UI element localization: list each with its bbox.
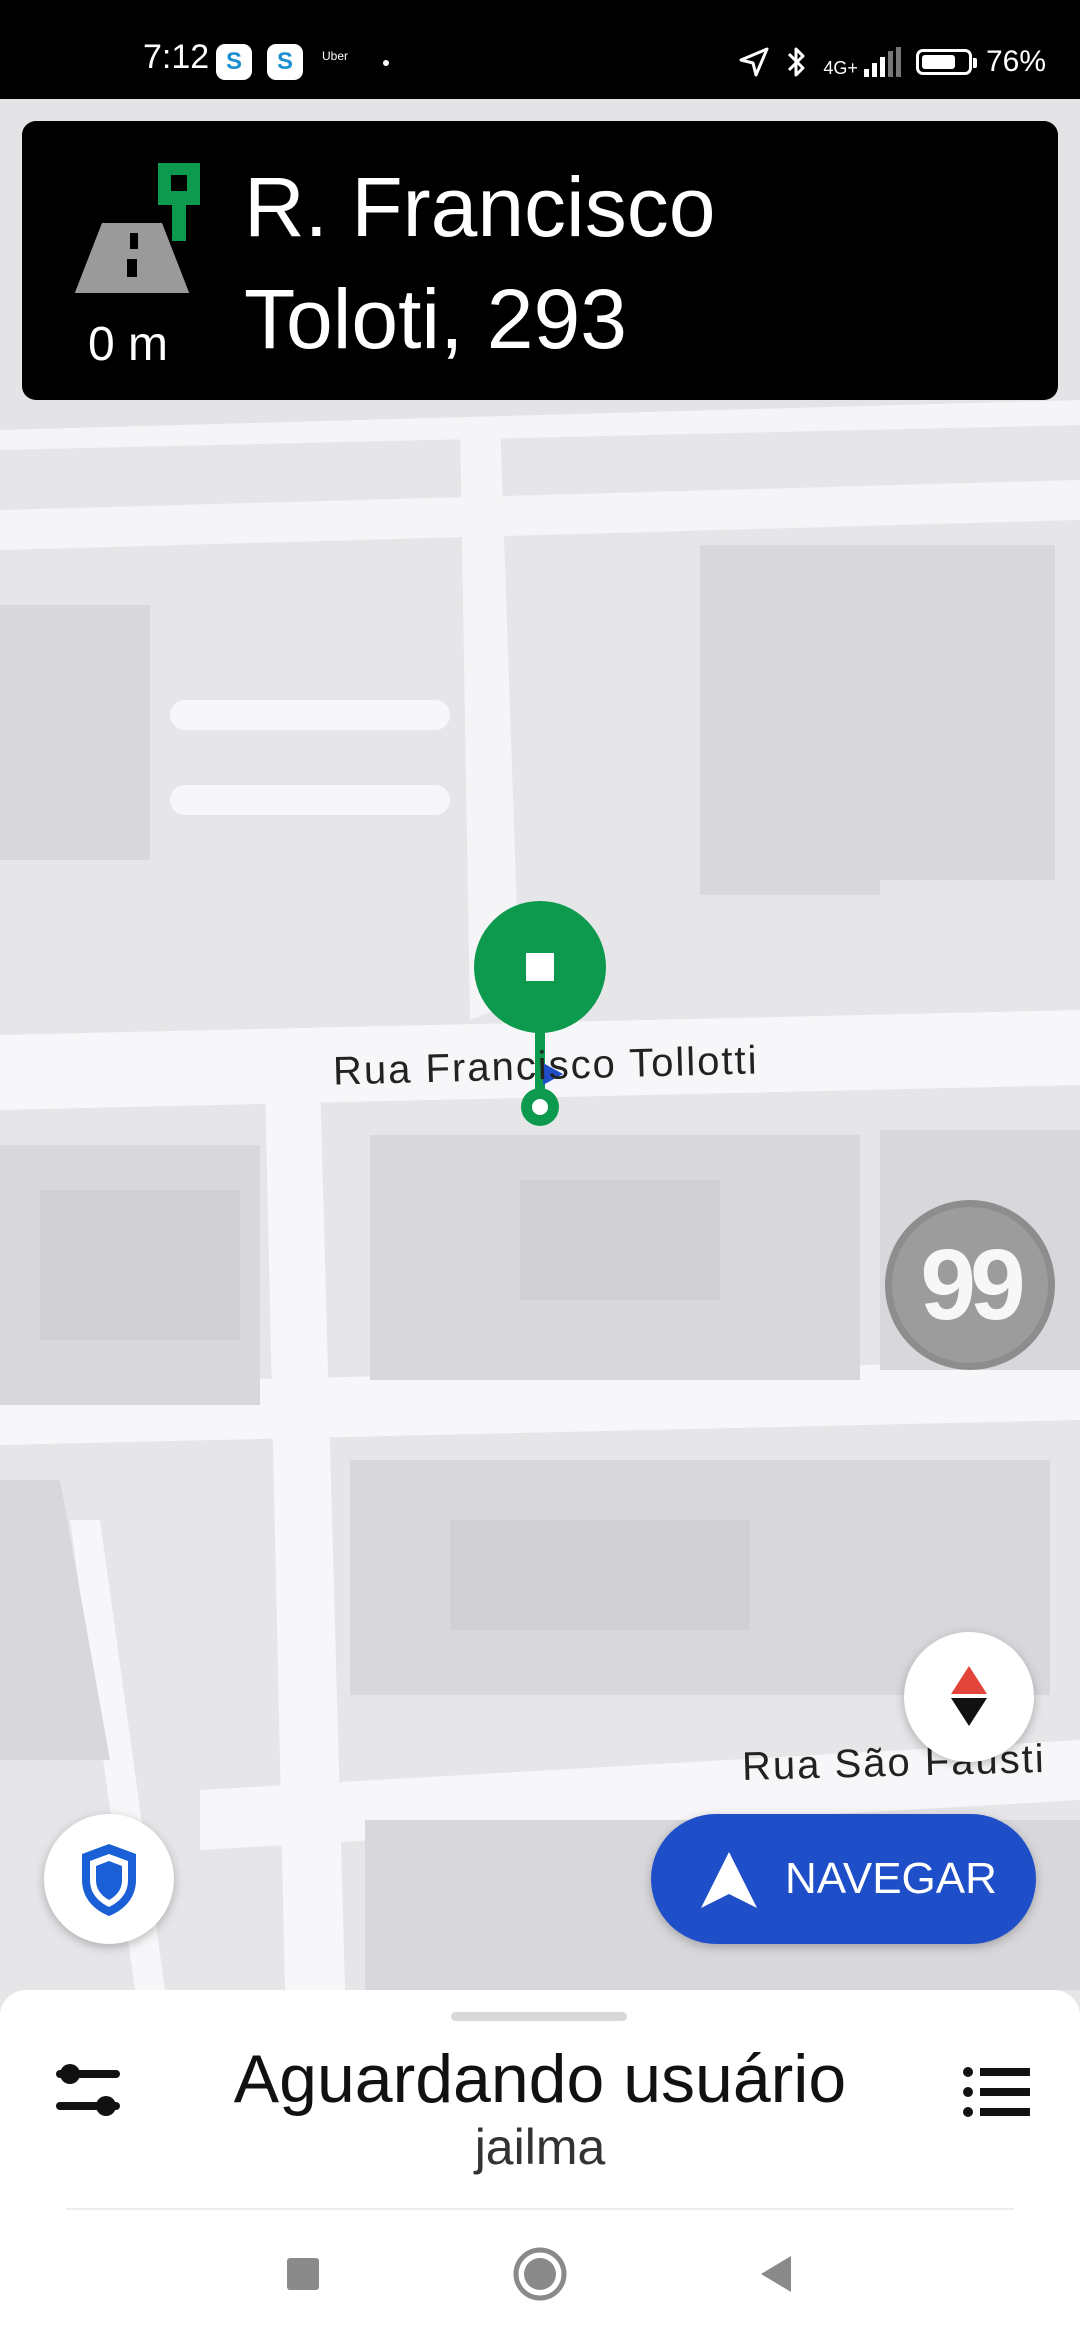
location-arrow-icon xyxy=(739,47,769,77)
back-triangle-icon xyxy=(761,2256,791,2292)
nav-street-line2: Toloti, 293 xyxy=(244,272,627,366)
sheet-divider xyxy=(66,2208,1014,2210)
signal-strength-icon xyxy=(863,47,901,77)
sheet-drag-handle[interactable] xyxy=(451,2012,627,2021)
square-icon xyxy=(287,2258,319,2290)
navigation-instruction-card: 0 m R. Francisco Toloti, 293 xyxy=(22,121,1058,400)
nav-distance: 0 m xyxy=(88,318,169,371)
navigation-arrow-icon xyxy=(701,1852,757,1908)
compass-icon xyxy=(951,1666,987,1726)
navegar-button[interactable]: NAVEGAR xyxy=(651,1814,1036,1944)
battery-percent: 76% xyxy=(985,45,1046,78)
network-type: 4G+ xyxy=(823,58,858,78)
status-bar: 7:12 S S Uber 4G+ 76% xyxy=(0,0,1080,99)
navegar-label: NAVEGAR xyxy=(785,1854,997,1903)
battery-tip xyxy=(972,58,977,68)
bluetooth-icon xyxy=(788,47,805,77)
signal-group: 4G+ xyxy=(823,47,902,77)
circle-home-icon xyxy=(513,2247,567,2301)
nav-street-line1: R. Francisco xyxy=(244,160,716,254)
status-right: 4G+ 76% xyxy=(737,44,1046,80)
battery-fill xyxy=(921,55,956,69)
more-notifications-dot xyxy=(383,60,389,66)
list-menu-button[interactable] xyxy=(954,2050,1038,2134)
bottom-sheet[interactable]: Aguardando usuário jailma xyxy=(0,1990,1080,2340)
sheet-subtitle: jailma xyxy=(474,2119,606,2175)
badge-99-logo: 99 xyxy=(885,1200,1055,1370)
destination-flag-icon xyxy=(158,163,200,241)
nav-street-name: R. Francisco Toloti, 293 xyxy=(244,151,1024,375)
sheet-title: Aguardando usuário xyxy=(233,2041,847,2117)
safety-shield-button[interactable] xyxy=(44,1814,174,1944)
shield-icon xyxy=(82,1844,136,1916)
home-button[interactable] xyxy=(510,2244,570,2304)
recent-apps-button[interactable] xyxy=(273,2244,333,2304)
uber-notification-icon: Uber xyxy=(322,49,349,63)
battery-icon xyxy=(915,49,977,75)
list-icon xyxy=(963,2067,1030,2117)
compass-button[interactable] xyxy=(904,1632,1034,1762)
app-badge-icon: S xyxy=(216,44,252,80)
status-time: 7:12 xyxy=(143,38,210,76)
back-button[interactable] xyxy=(747,2244,807,2304)
app-badge-icon: S xyxy=(267,44,303,80)
